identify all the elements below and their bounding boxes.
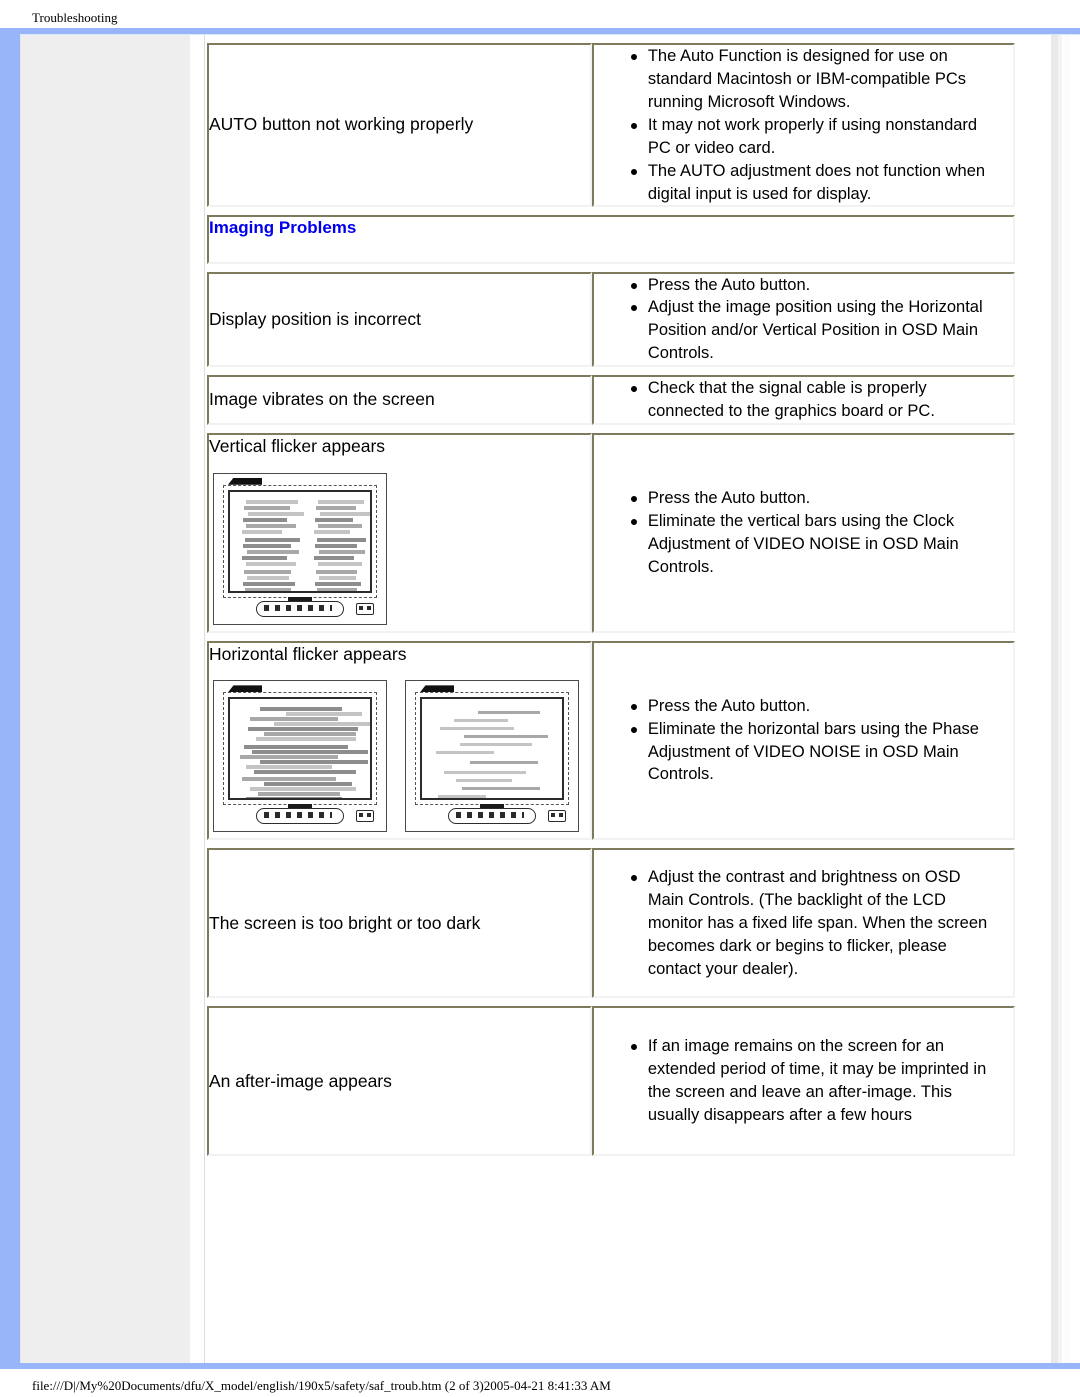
solution-cell: Press the Auto button. Eliminate the hor… (591, 640, 1015, 841)
document-page: Troubleshooting AUTO button not working … (0, 0, 1080, 1397)
document-body: AUTO button not working properly The Aut… (20, 34, 1080, 1363)
row-spacer (207, 840, 1015, 848)
row-spacer (207, 998, 1015, 1006)
solution-list: Press the Auto button. Adjust the image … (594, 274, 1013, 366)
list-item: Check that the signal cable is properly … (630, 377, 997, 423)
symptom-text: An after-image appears (209, 1070, 392, 1091)
table-row: The screen is too bright or too dark Adj… (207, 848, 1015, 999)
sidebar-panel (21, 35, 191, 1363)
solution-list: The Auto Function is designed for use on… (594, 45, 1013, 205)
list-item: Eliminate the vertical bars using the Cl… (630, 510, 997, 579)
row-spacer (207, 207, 1015, 215)
monitor-buttons-icon (356, 602, 374, 615)
symptom-cell: The screen is too bright or too dark (207, 848, 592, 999)
solution-list: Adjust the contrast and brightness on OS… (594, 866, 1013, 981)
list-item: Adjust the image position using the Hori… (630, 296, 997, 365)
list-item: The Auto Function is designed for use on… (630, 45, 997, 114)
list-item: Adjust the contrast and brightness on OS… (630, 866, 997, 981)
illustration-group (213, 680, 590, 833)
table-row: Vertical flicker appears Press the Auto … (207, 433, 1015, 633)
monitor-top-tab-icon (228, 477, 262, 485)
monitor-screen (228, 489, 372, 593)
sidebar-gutter (191, 35, 205, 1363)
monitor-top-tab-icon (420, 685, 454, 693)
content-right-rail (1046, 35, 1080, 1363)
section-title[interactable]: Imaging Problems (209, 217, 1013, 239)
monitor-stand (256, 600, 344, 617)
row-spacer (207, 633, 1015, 641)
list-item: Press the Auto button. (630, 487, 997, 510)
solution-list: Press the Auto button. Eliminate the hor… (594, 695, 1013, 787)
solution-cell: Adjust the contrast and brightness on OS… (591, 848, 1015, 999)
symptom-text: The screen is too bright or too dark (209, 912, 481, 933)
troubleshooting-table: AUTO button not working properly The Aut… (207, 43, 1015, 1157)
solution-cell: Check that the signal cable is properly … (591, 375, 1015, 426)
solution-list: If an image remains on the screen for an… (594, 1035, 1013, 1127)
solution-cell: If an image remains on the screen for an… (591, 1006, 1015, 1157)
section-header-row: Imaging Problems (207, 215, 1015, 264)
symptom-cell: Vertical flicker appears (207, 433, 592, 633)
row-spacer (207, 425, 1015, 433)
solution-list: Check that the signal cable is properly … (594, 377, 1013, 423)
monitor-stand (448, 808, 536, 825)
list-item: Eliminate the horizontal bars using the … (630, 718, 997, 787)
symptom-text: Vertical flicker appears (209, 436, 386, 457)
page-footer-path: file:///D|/My%20Documents/dfu/X_model/en… (32, 1378, 611, 1393)
solution-list: Press the Auto button. Eliminate the ver… (594, 487, 1013, 579)
list-item: The AUTO adjustment does not function wh… (630, 160, 997, 206)
table-row: An after-image appears If an image remai… (207, 1006, 1015, 1157)
table-row: Image vibrates on the screen Check that … (207, 375, 1015, 426)
section-header-cell: Imaging Problems (207, 215, 1015, 264)
monitor-top-tab-icon (228, 685, 262, 693)
main-content: AUTO button not working properly The Aut… (205, 35, 1080, 1363)
table-row: Display position is incorrect Press the … (207, 271, 1015, 368)
monitor-screen (420, 697, 564, 801)
list-item: If an image remains on the screen for an… (630, 1035, 997, 1127)
symptom-text: AUTO button not working properly (209, 114, 474, 135)
list-item: It may not work properly if using nonsta… (630, 114, 997, 160)
table-row: AUTO button not working properly The Aut… (207, 43, 1015, 208)
solution-cell: The Auto Function is designed for use on… (591, 43, 1015, 208)
solution-cell: Press the Auto button. Eliminate the ver… (591, 433, 1015, 633)
document-frame: AUTO button not working properly The Aut… (0, 28, 1080, 1369)
rail-band-b (1058, 35, 1062, 1363)
solution-cell: Press the Auto button. Adjust the image … (591, 271, 1015, 368)
symptom-text: Display position is incorrect (209, 308, 422, 329)
rail-band-c (1064, 35, 1070, 1363)
monitor-light-horizontal-noise-icon (405, 680, 579, 833)
row-spacer (207, 264, 1015, 272)
rail-band-a (1051, 35, 1058, 1363)
monitor-buttons-icon (356, 810, 374, 823)
page-header-title: Troubleshooting (32, 10, 118, 25)
monitor-vertical-noise-icon (213, 472, 387, 625)
illustration-group (213, 472, 590, 625)
list-item: Press the Auto button. (630, 274, 997, 297)
symptom-cell: Display position is incorrect (207, 271, 592, 368)
monitor-screen (228, 697, 372, 801)
symptom-text: Image vibrates on the screen (209, 389, 435, 410)
symptom-cell: An after-image appears (207, 1006, 592, 1157)
symptom-cell: Horizontal flicker appears (207, 640, 592, 841)
monitor-heavy-horizontal-noise-icon (213, 680, 387, 833)
symptom-cell: Image vibrates on the screen (207, 375, 592, 426)
monitor-stand (256, 808, 344, 825)
monitor-buttons-icon (548, 810, 566, 823)
symptom-text: Horizontal flicker appears (209, 643, 407, 664)
symptom-cell: AUTO button not working properly (207, 43, 592, 208)
row-spacer (207, 367, 1015, 375)
table-row: Horizontal flicker appears Press the Aut… (207, 640, 1015, 841)
list-item: Press the Auto button. (630, 695, 997, 718)
